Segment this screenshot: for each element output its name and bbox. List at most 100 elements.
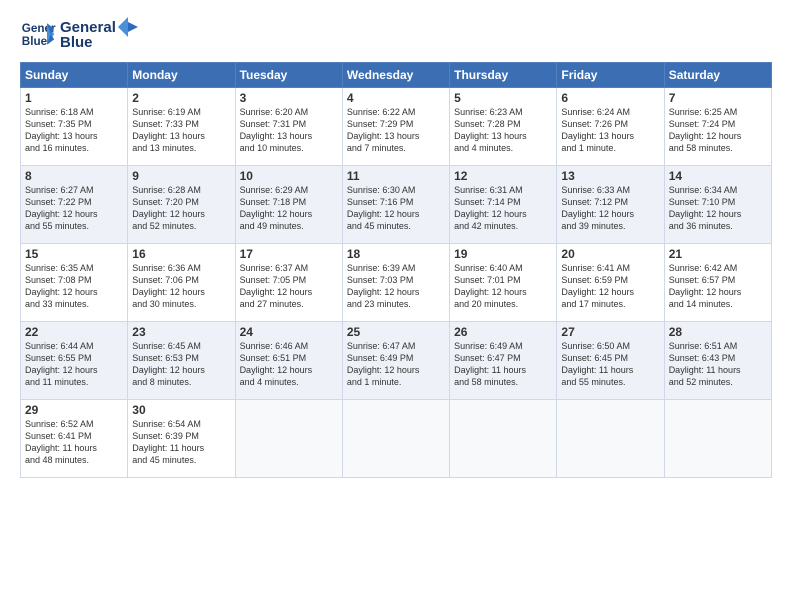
day-info: Sunrise: 6:36 AM Sunset: 7:06 PM Dayligh… [132, 262, 230, 311]
day-info: Sunrise: 6:35 AM Sunset: 7:08 PM Dayligh… [25, 262, 123, 311]
calendar-week-2: 8Sunrise: 6:27 AM Sunset: 7:22 PM Daylig… [21, 166, 772, 244]
calendar-cell [664, 400, 771, 478]
calendar-week-3: 15Sunrise: 6:35 AM Sunset: 7:08 PM Dayli… [21, 244, 772, 322]
calendar-cell: 24Sunrise: 6:46 AM Sunset: 6:51 PM Dayli… [235, 322, 342, 400]
calendar-cell: 30Sunrise: 6:54 AM Sunset: 6:39 PM Dayli… [128, 400, 235, 478]
day-number: 22 [25, 325, 123, 339]
calendar-cell: 27Sunrise: 6:50 AM Sunset: 6:45 PM Dayli… [557, 322, 664, 400]
calendar-cell: 16Sunrise: 6:36 AM Sunset: 7:06 PM Dayli… [128, 244, 235, 322]
day-info: Sunrise: 6:37 AM Sunset: 7:05 PM Dayligh… [240, 262, 338, 311]
day-info: Sunrise: 6:24 AM Sunset: 7:26 PM Dayligh… [561, 106, 659, 155]
day-info: Sunrise: 6:34 AM Sunset: 7:10 PM Dayligh… [669, 184, 767, 233]
calendar-cell: 9Sunrise: 6:28 AM Sunset: 7:20 PM Daylig… [128, 166, 235, 244]
day-number: 17 [240, 247, 338, 261]
day-info: Sunrise: 6:22 AM Sunset: 7:29 PM Dayligh… [347, 106, 445, 155]
day-info: Sunrise: 6:40 AM Sunset: 7:01 PM Dayligh… [454, 262, 552, 311]
day-info: Sunrise: 6:50 AM Sunset: 6:45 PM Dayligh… [561, 340, 659, 389]
calendar-header-monday: Monday [128, 63, 235, 88]
day-number: 21 [669, 247, 767, 261]
calendar-cell: 18Sunrise: 6:39 AM Sunset: 7:03 PM Dayli… [342, 244, 449, 322]
day-number: 14 [669, 169, 767, 183]
svg-text:Blue: Blue [22, 35, 48, 48]
day-info: Sunrise: 6:47 AM Sunset: 6:49 PM Dayligh… [347, 340, 445, 389]
calendar-cell: 7Sunrise: 6:25 AM Sunset: 7:24 PM Daylig… [664, 88, 771, 166]
day-info: Sunrise: 6:18 AM Sunset: 7:35 PM Dayligh… [25, 106, 123, 155]
calendar-week-1: 1Sunrise: 6:18 AM Sunset: 7:35 PM Daylig… [21, 88, 772, 166]
calendar-header-wednesday: Wednesday [342, 63, 449, 88]
day-number: 12 [454, 169, 552, 183]
calendar-cell [235, 400, 342, 478]
calendar-cell: 23Sunrise: 6:45 AM Sunset: 6:53 PM Dayli… [128, 322, 235, 400]
calendar-cell: 15Sunrise: 6:35 AM Sunset: 7:08 PM Dayli… [21, 244, 128, 322]
day-number: 18 [347, 247, 445, 261]
calendar-cell: 26Sunrise: 6:49 AM Sunset: 6:47 PM Dayli… [450, 322, 557, 400]
calendar-cell: 1Sunrise: 6:18 AM Sunset: 7:35 PM Daylig… [21, 88, 128, 166]
calendar-cell: 10Sunrise: 6:29 AM Sunset: 7:18 PM Dayli… [235, 166, 342, 244]
day-number: 24 [240, 325, 338, 339]
day-info: Sunrise: 6:19 AM Sunset: 7:33 PM Dayligh… [132, 106, 230, 155]
calendar-week-4: 22Sunrise: 6:44 AM Sunset: 6:55 PM Dayli… [21, 322, 772, 400]
day-info: Sunrise: 6:31 AM Sunset: 7:14 PM Dayligh… [454, 184, 552, 233]
day-info: Sunrise: 6:41 AM Sunset: 6:59 PM Dayligh… [561, 262, 659, 311]
day-number: 7 [669, 91, 767, 105]
day-number: 30 [132, 403, 230, 417]
day-info: Sunrise: 6:42 AM Sunset: 6:57 PM Dayligh… [669, 262, 767, 311]
calendar-cell: 4Sunrise: 6:22 AM Sunset: 7:29 PM Daylig… [342, 88, 449, 166]
day-number: 25 [347, 325, 445, 339]
calendar-header-saturday: Saturday [664, 63, 771, 88]
day-info: Sunrise: 6:33 AM Sunset: 7:12 PM Dayligh… [561, 184, 659, 233]
day-info: Sunrise: 6:39 AM Sunset: 7:03 PM Dayligh… [347, 262, 445, 311]
day-number: 27 [561, 325, 659, 339]
calendar-header-thursday: Thursday [450, 63, 557, 88]
calendar-cell: 5Sunrise: 6:23 AM Sunset: 7:28 PM Daylig… [450, 88, 557, 166]
day-number: 3 [240, 91, 338, 105]
day-info: Sunrise: 6:46 AM Sunset: 6:51 PM Dayligh… [240, 340, 338, 389]
day-info: Sunrise: 6:30 AM Sunset: 7:16 PM Dayligh… [347, 184, 445, 233]
day-info: Sunrise: 6:25 AM Sunset: 7:24 PM Dayligh… [669, 106, 767, 155]
calendar-cell: 29Sunrise: 6:52 AM Sunset: 6:41 PM Dayli… [21, 400, 128, 478]
day-number: 29 [25, 403, 123, 417]
day-number: 2 [132, 91, 230, 105]
calendar-header-tuesday: Tuesday [235, 63, 342, 88]
day-number: 19 [454, 247, 552, 261]
calendar-header-friday: Friday [557, 63, 664, 88]
calendar-cell: 12Sunrise: 6:31 AM Sunset: 7:14 PM Dayli… [450, 166, 557, 244]
calendar-cell: 20Sunrise: 6:41 AM Sunset: 6:59 PM Dayli… [557, 244, 664, 322]
day-info: Sunrise: 6:52 AM Sunset: 6:41 PM Dayligh… [25, 418, 123, 467]
day-number: 26 [454, 325, 552, 339]
calendar-cell: 8Sunrise: 6:27 AM Sunset: 7:22 PM Daylig… [21, 166, 128, 244]
calendar-header-row: SundayMondayTuesdayWednesdayThursdayFrid… [21, 63, 772, 88]
logo-text: General [60, 19, 116, 36]
day-number: 15 [25, 247, 123, 261]
calendar-cell: 17Sunrise: 6:37 AM Sunset: 7:05 PM Dayli… [235, 244, 342, 322]
day-number: 1 [25, 91, 123, 105]
calendar-cell [342, 400, 449, 478]
day-number: 6 [561, 91, 659, 105]
calendar-cell: 6Sunrise: 6:24 AM Sunset: 7:26 PM Daylig… [557, 88, 664, 166]
day-info: Sunrise: 6:29 AM Sunset: 7:18 PM Dayligh… [240, 184, 338, 233]
day-number: 28 [669, 325, 767, 339]
calendar-cell: 11Sunrise: 6:30 AM Sunset: 7:16 PM Dayli… [342, 166, 449, 244]
day-info: Sunrise: 6:49 AM Sunset: 6:47 PM Dayligh… [454, 340, 552, 389]
day-number: 16 [132, 247, 230, 261]
page-header: General Blue General Blue [20, 16, 772, 52]
day-number: 20 [561, 247, 659, 261]
day-number: 8 [25, 169, 123, 183]
calendar-cell [450, 400, 557, 478]
calendar-cell: 13Sunrise: 6:33 AM Sunset: 7:12 PM Dayli… [557, 166, 664, 244]
calendar-cell: 25Sunrise: 6:47 AM Sunset: 6:49 PM Dayli… [342, 322, 449, 400]
calendar-header-sunday: Sunday [21, 63, 128, 88]
calendar-cell: 14Sunrise: 6:34 AM Sunset: 7:10 PM Dayli… [664, 166, 771, 244]
calendar-cell: 2Sunrise: 6:19 AM Sunset: 7:33 PM Daylig… [128, 88, 235, 166]
calendar-week-5: 29Sunrise: 6:52 AM Sunset: 6:41 PM Dayli… [21, 400, 772, 478]
day-number: 4 [347, 91, 445, 105]
calendar-cell: 21Sunrise: 6:42 AM Sunset: 6:57 PM Dayli… [664, 244, 771, 322]
day-info: Sunrise: 6:28 AM Sunset: 7:20 PM Dayligh… [132, 184, 230, 233]
day-info: Sunrise: 6:23 AM Sunset: 7:28 PM Dayligh… [454, 106, 552, 155]
logo: General Blue General Blue [20, 16, 140, 52]
day-info: Sunrise: 6:27 AM Sunset: 7:22 PM Dayligh… [25, 184, 123, 233]
calendar-cell: 22Sunrise: 6:44 AM Sunset: 6:55 PM Dayli… [21, 322, 128, 400]
day-number: 5 [454, 91, 552, 105]
day-info: Sunrise: 6:20 AM Sunset: 7:31 PM Dayligh… [240, 106, 338, 155]
day-number: 23 [132, 325, 230, 339]
